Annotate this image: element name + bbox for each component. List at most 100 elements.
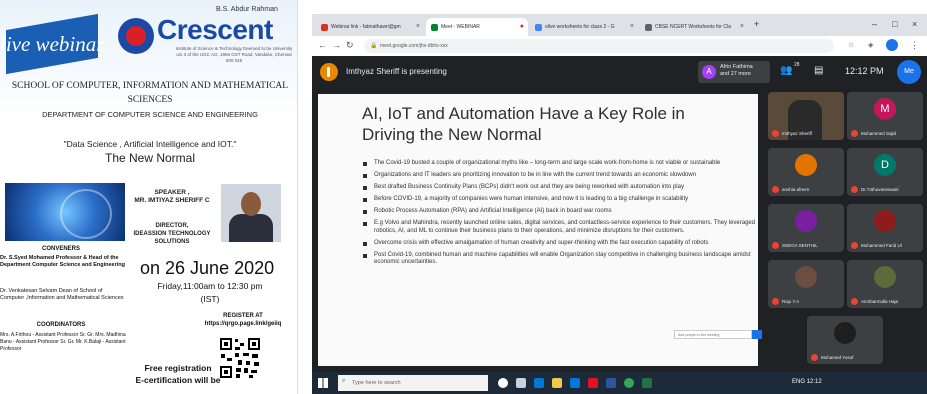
- presentation-stage: AI, IoT and Automation Have a Key Role i…: [312, 88, 764, 372]
- tab-cbse[interactable]: CBSE NCERT Worksheets for Cla ×: [640, 18, 748, 36]
- close-tab-icon[interactable]: ×: [740, 23, 744, 30]
- webinar-topic: "Data Science , Artificial Intelligence …: [63, 139, 237, 149]
- recording-dot-icon: ●: [519, 23, 524, 30]
- people-count: 28: [794, 62, 800, 68]
- forward-icon[interactable]: →: [332, 40, 341, 50]
- mic-muted-icon: [851, 186, 858, 193]
- convener-2: Dr. Venkatesan Selvam Dean of School of …: [0, 288, 124, 302]
- tab-label: Webinar link - fatmathawri@gm: [331, 24, 401, 30]
- participant-tile[interactable]: SNEGA SENTHIL: [768, 204, 844, 252]
- excel-icon[interactable]: [642, 378, 652, 388]
- tab-webinar-mail[interactable]: Webinar link - fatmathawri@gm ×: [316, 18, 424, 36]
- speaker-position: DIRECTOR, IDEASSION TECHNOLOGY SOLUTIONS: [128, 223, 216, 246]
- browser-window: Webinar link - fatmathawri@gm × Meet - W…: [312, 14, 927, 394]
- tab-worksheets[interactable]: olive worksheets for class 2 - G ×: [530, 18, 638, 36]
- minimize-button[interactable]: –: [872, 19, 877, 29]
- participant-name: Dr.T.Bhuvaneswari: [861, 187, 899, 192]
- star-icon[interactable]: ☆: [848, 41, 854, 49]
- slide-bullet: Best drafted Business Continuity Plans (…: [362, 184, 762, 192]
- presenting-text: Imthyaz Sheriff is presenting: [346, 67, 447, 76]
- conveners-title: CONVENERS: [41, 246, 80, 252]
- mic-muted-icon: [851, 130, 858, 137]
- maximize-button[interactable]: □: [892, 19, 897, 29]
- presenter-chip[interactable]: A Afrin Fathima and 27 more: [698, 61, 770, 83]
- speaker-body-shape: [229, 214, 273, 242]
- participant-avatar: [874, 210, 896, 232]
- meet-icon: [431, 23, 438, 31]
- lock-icon[interactable]: 🔒: [370, 42, 377, 49]
- participant-name: Mohammed Farid Ul: [861, 243, 902, 248]
- free-registration-text: Free registration: [144, 363, 212, 373]
- participant-tile[interactable]: anshia afreen: [768, 148, 844, 196]
- task-view-icon[interactable]: [516, 378, 526, 388]
- add-people-popup[interactable]: Add people to this meeting: [674, 330, 752, 339]
- participant-name: Mohammed Sajid: [861, 131, 897, 136]
- people-icon[interactable]: 👥: [780, 65, 792, 76]
- windows-start-icon[interactable]: [318, 378, 328, 388]
- school-title: SCHOOL OF COMPUTER, INFORMATION AND MATH…: [11, 81, 289, 105]
- edge-icon[interactable]: [534, 378, 544, 388]
- taskbar-search-input[interactable]: Type here to search: [338, 375, 488, 391]
- ai-brain-image: [5, 183, 125, 241]
- webinar-time-line: Friday,11:00am to 12:30 pm: [157, 281, 263, 291]
- tab-meet[interactable]: Meet - WEBINAR ●: [426, 18, 528, 36]
- back-icon[interactable]: ←: [318, 40, 327, 50]
- participant-tile[interactable]: Mohamed Yusuf: [807, 316, 883, 364]
- presenter-chip-names: Afrin Fathima and 27 more: [720, 64, 753, 79]
- system-tray[interactable]: ENG 12:12: [792, 379, 822, 385]
- menu-icon[interactable]: ⋮: [910, 40, 919, 51]
- google-search-icon: [535, 23, 542, 31]
- url-input[interactable]: meet.google.com/jhs-dbhs-xsx: [364, 39, 834, 53]
- store-icon[interactable]: [570, 378, 580, 388]
- participant-tile[interactable]: Raju Y.A: [768, 260, 844, 308]
- participant-tile[interactable]: D Dr.T.Bhuvaneswari: [847, 148, 923, 196]
- slide-bullet: Before COVID-19, a majority of companies…: [362, 196, 762, 204]
- chrome-icon[interactable]: [624, 378, 634, 388]
- speaker-role: DIRECTOR,: [155, 223, 189, 229]
- mic-muted-icon: [772, 186, 779, 193]
- mic-muted-icon: [811, 354, 818, 361]
- register-info: REGISTER AT https://qrgo.page.link/geiiq: [192, 312, 294, 328]
- word-icon[interactable]: [606, 378, 616, 388]
- speaker-head-shape: [241, 192, 261, 216]
- e-certification-text: E-certification will be: [135, 374, 221, 385]
- participant-tile[interactable]: M Mohammed Sajid: [847, 92, 923, 140]
- cortana-icon[interactable]: [498, 378, 508, 388]
- gmail-icon: [321, 23, 328, 31]
- participant-avatar: [795, 154, 817, 176]
- search-icon: ⌕: [342, 378, 346, 384]
- logo-subtitle: Institute of Science & Technology Deemed…: [175, 46, 293, 63]
- participant-avatar: [795, 266, 817, 288]
- participant-tile[interactable]: Mohammed Farid Ul: [847, 204, 923, 252]
- address-bar: ← → ↻ meet.google.com/jhs-dbhs-xsx 🔒 ☆ ◈…: [312, 36, 927, 57]
- coordinators-list: Mrs. A.Firthou - Assistant Professor Sr.…: [0, 332, 126, 352]
- crescent-logo-icon: [118, 18, 154, 54]
- extensions-icon[interactable]: ◈: [868, 41, 873, 49]
- profile-icon[interactable]: [886, 39, 898, 51]
- department-title: DEPARTMENT OF COMPUTER SCIENCE AND ENGIN…: [42, 110, 258, 119]
- speaker-heading: SPEAKER , MR. IMTIYAZ SHERIFF C: [128, 189, 216, 206]
- mic-muted-icon: [851, 298, 858, 305]
- convener-1: Dr. S.Syed Mohamed Professor & Head of t…: [0, 255, 125, 269]
- slide-bullet: Organizations and IT leaders are priorit…: [362, 172, 762, 180]
- file-explorer-icon[interactable]: [552, 378, 562, 388]
- webinar-timezone: (IST): [200, 293, 220, 304]
- close-window-button[interactable]: ×: [912, 19, 917, 29]
- webinar-poster: live webinar B.S. Abdur Rahman Crescent …: [0, 0, 298, 394]
- presenting-icon: [320, 63, 338, 81]
- tab-label: CBSE NCERT Worksheets for Cla: [655, 24, 731, 30]
- coordinators-title: COORDINATORS: [36, 322, 86, 328]
- self-view-avatar[interactable]: Me: [897, 60, 921, 84]
- participant-tile[interactable]: Imthyaz Sheriff: [768, 92, 844, 140]
- speaker-name: MR. IMTIYAZ SHERIFF C: [134, 197, 210, 205]
- chat-icon[interactable]: ▤: [814, 65, 823, 76]
- participant-tile[interactable]: Amirbarmulla Haja: [847, 260, 923, 308]
- slide-title: AI, IoT and Automation Have a Key Role i…: [362, 104, 685, 144]
- close-tab-icon[interactable]: ×: [416, 23, 420, 30]
- office-icon[interactable]: [588, 378, 598, 388]
- reload-icon[interactable]: ↻: [346, 40, 354, 51]
- webinar-subtitle: The New Normal: [104, 151, 196, 165]
- close-tab-icon[interactable]: ×: [630, 23, 634, 30]
- new-tab-button[interactable]: +: [754, 19, 759, 29]
- add-people-button[interactable]: [752, 330, 762, 339]
